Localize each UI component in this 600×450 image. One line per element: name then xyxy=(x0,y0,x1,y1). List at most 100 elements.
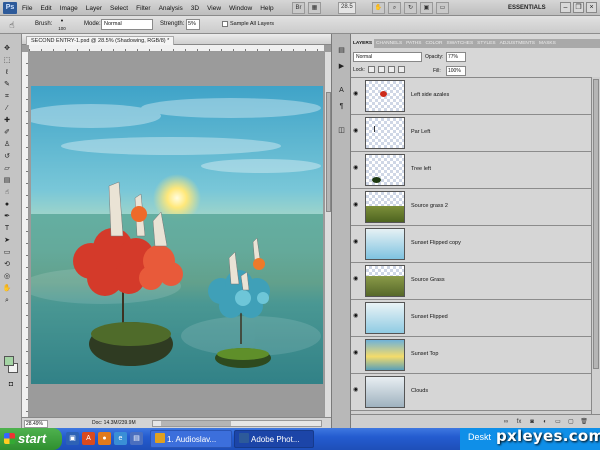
lock-all-icon[interactable] xyxy=(397,66,405,73)
character-icon[interactable]: A xyxy=(336,86,347,96)
trash-icon[interactable]: 🗑 xyxy=(580,418,588,426)
menu-select[interactable]: Select xyxy=(110,5,128,12)
mode-select[interactable]: Normal xyxy=(101,19,153,30)
tab-paths[interactable]: PATHS xyxy=(404,39,423,48)
link-layers-icon[interactable]: ∞ xyxy=(502,418,510,426)
visibility-eye-icon[interactable]: ◉ xyxy=(353,312,361,320)
tab-channels[interactable]: CHANNELS xyxy=(374,39,404,48)
layer-mask-icon[interactable]: ◙ xyxy=(528,418,536,426)
rotate-view-icon[interactable]: ↻ xyxy=(404,2,417,14)
new-group-icon[interactable]: ▭ xyxy=(554,418,562,426)
lock-transparency-icon[interactable] xyxy=(367,66,375,73)
document-size-info[interactable]: Doc: 14.3M/239.9M xyxy=(92,420,136,426)
status-zoom-field[interactable]: 28.49% xyxy=(24,420,48,428)
lasso-tool-icon[interactable]: ℓ xyxy=(2,68,12,78)
zoom-tool-icon[interactable]: ⌕ xyxy=(2,296,12,306)
3d-orbit-tool-icon[interactable]: ◎ xyxy=(2,272,12,282)
dodge-tool-icon[interactable]: ● xyxy=(2,200,12,210)
visibility-eye-icon[interactable]: ◉ xyxy=(353,201,361,209)
tab-adjustments[interactable]: ADJUSTMENTS xyxy=(498,39,537,48)
quick-select-tool-icon[interactable]: ✎ xyxy=(2,80,12,90)
hand-icon[interactable]: ✋ xyxy=(372,2,385,14)
desktop-toolbar-label[interactable]: Deskt xyxy=(468,432,491,442)
move-tool-icon[interactable]: ✥ xyxy=(2,44,12,54)
visibility-eye-icon[interactable]: ◉ xyxy=(353,90,361,98)
tab-swatches[interactable]: SWATCHES xyxy=(445,39,476,48)
taskbar-item-audioslave[interactable]: 1. Audioslav... xyxy=(150,430,232,448)
shape-tool-icon[interactable]: ▭ xyxy=(2,248,12,258)
healing-brush-tool-icon[interactable]: ✚ xyxy=(2,116,12,126)
layer-list-scrollbar[interactable] xyxy=(591,77,600,414)
layer-row[interactable]: ◉ Source Grass xyxy=(351,263,591,300)
firefox-icon[interactable]: ● xyxy=(98,432,111,445)
image-canvas[interactable] xyxy=(31,86,323,384)
visibility-eye-icon[interactable]: ◉ xyxy=(353,164,361,172)
horizontal-ruler[interactable] xyxy=(29,45,324,52)
menu-view[interactable]: View xyxy=(207,5,221,12)
menu-image[interactable]: Image xyxy=(60,5,78,12)
layer-row[interactable]: ◉ Source grass 2 xyxy=(351,189,591,226)
visibility-eye-icon[interactable]: ◉ xyxy=(353,127,361,135)
layer-row[interactable]: ◉ Tree left xyxy=(351,152,591,189)
minimize-button[interactable]: – xyxy=(560,2,571,13)
visibility-eye-icon[interactable]: ◉ xyxy=(353,275,361,283)
3d-rotate-tool-icon[interactable]: ⟲ xyxy=(2,260,12,270)
brush-tool-icon[interactable]: ✐ xyxy=(2,128,12,138)
tab-styles[interactable]: STYLES xyxy=(475,39,497,48)
zoom-icon[interactable]: ⌕ xyxy=(388,2,401,14)
workspace-switcher[interactable]: ESSENTIALS xyxy=(500,2,558,14)
document-vertical-scrollbar[interactable] xyxy=(324,52,331,417)
vertical-ruler[interactable] xyxy=(22,52,29,417)
menu-window[interactable]: Window xyxy=(229,5,252,12)
taskbar-item-photoshop[interactable]: Adobe Phot... xyxy=(234,430,314,448)
screen-mode-icon[interactable]: ▭ xyxy=(436,2,449,14)
path-select-tool-icon[interactable]: ➤ xyxy=(2,236,12,246)
zoom-level[interactable]: 28.5 xyxy=(338,2,356,14)
acrobat-icon[interactable]: A xyxy=(82,432,95,445)
color-swatches[interactable] xyxy=(4,356,18,374)
fill-input[interactable]: 100% xyxy=(446,66,466,76)
layer-row[interactable]: ◉ Sunset Top xyxy=(351,337,591,374)
start-button[interactable]: start xyxy=(0,428,62,450)
document-tab[interactable]: SECOND ENTRY-1.psd @ 28.5% (Shadowing, R… xyxy=(26,36,175,45)
eyedropper-tool-icon[interactable]: ⁄ xyxy=(2,104,12,114)
layer-style-icon[interactable]: fx xyxy=(515,418,523,426)
smudge-tool-icon[interactable]: ☝ xyxy=(6,19,18,31)
document-horizontal-scrollbar[interactable] xyxy=(152,420,322,427)
navigator-icon[interactable]: ◫ xyxy=(336,126,347,136)
strength-input[interactable]: 5% xyxy=(186,19,200,30)
menu-edit[interactable]: Edit xyxy=(40,5,51,12)
history-brush-tool-icon[interactable]: ↺ xyxy=(2,152,12,162)
history-icon[interactable]: ▤ xyxy=(336,46,347,56)
foreground-color-swatch[interactable] xyxy=(4,356,14,366)
layer-row[interactable]: ◉ Par Left xyxy=(351,115,591,152)
layer-row[interactable]: ◉ Sunset Flipped xyxy=(351,300,591,337)
layer-row[interactable]: ◉ Left side azales xyxy=(351,78,591,115)
lock-position-icon[interactable] xyxy=(387,66,395,73)
blend-mode-select[interactable]: Normal xyxy=(353,52,422,62)
eraser-tool-icon[interactable]: ▱ xyxy=(2,164,12,174)
visibility-eye-icon[interactable]: ◉ xyxy=(353,386,361,394)
hand-tool-icon[interactable]: ✋ xyxy=(2,284,12,294)
explorer-icon[interactable]: e xyxy=(114,432,127,445)
arrange-documents-icon[interactable]: ▣ xyxy=(420,2,433,14)
document-horizontal-scroll-thumb[interactable] xyxy=(161,421,231,426)
close-button[interactable]: × xyxy=(586,2,597,13)
menu-layer[interactable]: Layer xyxy=(86,5,102,12)
grid-icon[interactable]: ▦ xyxy=(308,2,321,14)
tab-masks[interactable]: MASKS xyxy=(537,39,558,48)
layer-list-scroll-thumb[interactable] xyxy=(593,79,599,369)
quick-mask-icon[interactable]: ◘ xyxy=(6,380,16,390)
layer-row[interactable]: ◉ Sunset Flipped copy xyxy=(351,226,591,263)
folder-icon[interactable]: ▤ xyxy=(130,432,143,445)
show-desktop-icon[interactable]: ▣ xyxy=(66,432,79,445)
pen-tool-icon[interactable]: ✒ xyxy=(2,212,12,222)
menu-file[interactable]: File xyxy=(22,5,32,12)
adjustment-layer-icon[interactable]: ◐ xyxy=(541,418,549,426)
menu-3d[interactable]: 3D xyxy=(191,5,199,12)
crop-tool-icon[interactable]: ⌗ xyxy=(2,92,12,102)
new-layer-icon[interactable]: ▢ xyxy=(567,418,575,426)
opacity-input[interactable]: 77% xyxy=(446,52,466,62)
visibility-eye-icon[interactable]: ◉ xyxy=(353,349,361,357)
tab-color[interactable]: COLOR xyxy=(423,39,444,48)
